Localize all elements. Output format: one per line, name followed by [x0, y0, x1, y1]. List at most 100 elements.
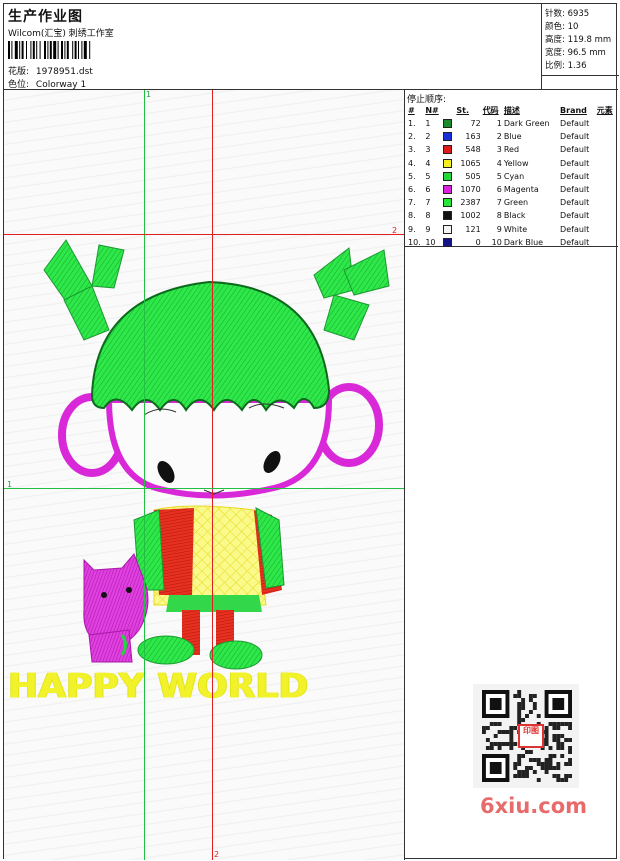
row-index: 7. — [408, 198, 416, 208]
row-description: Yellow — [503, 158, 529, 168]
row-stitches: 548 — [465, 145, 481, 155]
color-swatch — [443, 211, 453, 221]
happy-world-text: HAPPY WORLD — [8, 667, 309, 706]
color-row[interactable]: 4. 4 1065 4 Yellow Default — [407, 157, 617, 170]
watermark-text: 6xiu.com — [480, 794, 588, 818]
row-needle: 4 — [425, 158, 431, 168]
row-element — [596, 117, 617, 130]
color-row[interactable]: 9. 9 121 9 White Default — [407, 223, 617, 236]
row-index: 9. — [408, 224, 416, 234]
row-brand: Default — [560, 211, 590, 221]
embroidery-artwork — [43, 239, 390, 670]
color-swatch — [443, 185, 453, 195]
row-stitches: 121 — [465, 224, 481, 234]
row-brand: Default — [560, 158, 590, 168]
col-brand: Brand — [560, 106, 587, 115]
color-row[interactable]: 2. 2 163 2 Blue Default — [407, 130, 617, 143]
row-code: 2 — [496, 132, 502, 142]
row-element — [596, 183, 617, 196]
color-sequence-table: # N# St. 代码 描述 Brand 元素 1. 1 72 1 Dark Green… — [407, 104, 617, 249]
row-needle: 7 — [425, 198, 431, 208]
row-needle: 5 — [425, 171, 431, 181]
design-height: 高度: 119.8 mm — [545, 35, 612, 45]
row-brand: Default — [560, 185, 590, 195]
row-brand: Default — [560, 145, 590, 155]
row-index: 4. — [408, 158, 416, 168]
row-needle: 1 — [425, 119, 431, 129]
colorway-value: Colorway 1 — [35, 80, 87, 90]
color-swatch — [443, 132, 453, 142]
row-index: 5. — [408, 171, 416, 181]
row-code: 5 — [496, 171, 502, 181]
row-stitches: 72 — [470, 119, 481, 129]
color-row[interactable]: 3. 3 548 3 Red Default — [407, 143, 617, 156]
hair — [90, 280, 331, 412]
col-needle: N# — [425, 106, 439, 115]
row-swatch — [442, 170, 455, 183]
col-stitches: St. — [456, 106, 470, 115]
cat — [83, 553, 149, 663]
color-row[interactable]: 8. 8 1002 8 Black Default — [407, 209, 617, 222]
production-sheet: 生产作业图 Wilcom(汇宝) 刺绣工作室 花版: 1978951.dst 色… — [3, 3, 619, 860]
guide-h1-label: 1 — [7, 480, 13, 489]
row-stitches: 2387 — [460, 198, 481, 208]
design-scale: 比例: 1.36 — [545, 61, 587, 71]
color-swatch — [443, 237, 453, 247]
right-bow — [313, 247, 390, 341]
left-bow — [43, 239, 125, 341]
design-file-value: 1978951.dst — [35, 67, 93, 77]
left-shoe — [137, 635, 195, 665]
row-element — [596, 223, 617, 236]
guide-vertical-2[interactable] — [212, 90, 213, 860]
row-code: 6 — [496, 185, 502, 195]
sheet-header: 生产作业图 Wilcom(汇宝) 刺绣工作室 花版: 1978951.dst 色… — [4, 4, 619, 90]
col-description: 描述 — [503, 106, 520, 115]
color-row[interactable]: 6. 6 1070 6 Magenta Default — [407, 183, 617, 196]
row-needle: 3 — [425, 145, 431, 155]
col-index: # — [408, 106, 415, 115]
row-stitches: 505 — [465, 171, 481, 181]
row-swatch — [442, 143, 455, 156]
row-stitches: 163 — [465, 132, 481, 142]
row-brand: Default — [560, 132, 590, 142]
guide-h2-label: 2 — [392, 226, 398, 235]
guide-vertical-1[interactable] — [144, 90, 145, 860]
guide-horizontal-1[interactable] — [4, 488, 404, 489]
row-swatch — [442, 130, 455, 143]
row-swatch — [442, 209, 455, 222]
row-stitches: 1002 — [460, 211, 481, 221]
row-element — [596, 157, 617, 170]
row-needle: 6 — [425, 185, 431, 195]
guide-v2-label: 2 — [214, 850, 220, 859]
stop-sequence-panel: 停止顺序: # N# St. 代码 描述 Brand 元素 1. 1 72 1 Dark… — [404, 90, 618, 247]
row-needle: 2 — [425, 132, 431, 142]
row-stitches: 1070 — [460, 185, 481, 195]
color-swatch — [443, 158, 453, 168]
color-count: 颜色: 10 — [545, 22, 579, 32]
color-row[interactable]: 1. 1 72 1 Dark Green Default — [407, 117, 617, 130]
row-description: Dark Green — [503, 119, 550, 129]
right-shoe — [209, 640, 263, 670]
row-description: Black — [503, 211, 526, 221]
col-code: 代码 — [482, 106, 499, 115]
barcode-icon — [8, 41, 91, 59]
seal-stamp-icon: 印图 — [518, 724, 544, 748]
row-code: 3 — [496, 145, 502, 155]
colorway-row: 色位: Colorway 1 — [8, 77, 86, 90]
color-row[interactable]: 5. 5 505 5 Cyan Default — [407, 170, 617, 183]
guide-horizontal-2[interactable] — [4, 234, 404, 235]
row-needle: 9 — [425, 224, 431, 234]
design-file-row: 花版: 1978951.dst — [8, 64, 93, 77]
stitch-count: 针数: 6935 — [545, 9, 590, 19]
row-description: White — [503, 224, 528, 234]
color-row[interactable]: 7. 7 2387 7 Green Default — [407, 196, 617, 209]
row-description: Magenta — [503, 185, 539, 195]
row-swatch — [442, 196, 455, 209]
design-canvas: HAPPY WORLD 1 2 1 2 — [4, 90, 404, 860]
row-index: 2. — [408, 132, 416, 142]
stats-divider — [542, 75, 619, 76]
row-brand: Default — [560, 119, 590, 129]
row-brand: Default — [560, 224, 590, 234]
face-outline — [105, 397, 333, 499]
row-code: 4 — [496, 158, 502, 168]
